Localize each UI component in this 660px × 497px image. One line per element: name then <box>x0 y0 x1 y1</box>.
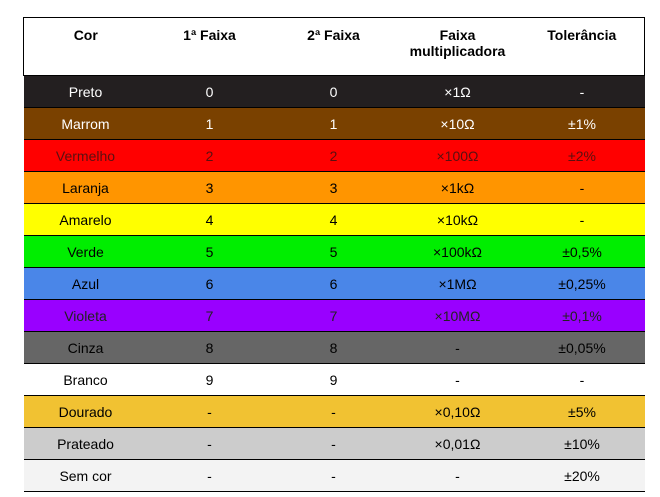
color-name-cell: Azul <box>23 267 148 300</box>
resistor-color-table-container: Cor 1ª Faixa 2ª Faixa Faixa multiplicado… <box>23 17 645 492</box>
header-cor: Cor <box>23 17 148 76</box>
table-row: Cinza 8 8 - ±0,05% <box>23 331 645 364</box>
color-name-cell: Vermelho <box>23 139 148 172</box>
multiplier-cell: ×1kΩ <box>395 171 520 204</box>
color-name-cell: Amarelo <box>23 203 148 236</box>
multiplier-cell: - <box>395 459 520 492</box>
second-band-cell: 8 <box>271 331 396 364</box>
color-name-cell: Preto <box>23 75 148 108</box>
tolerance-cell: ±10% <box>519 427 645 460</box>
table-row: Laranja 3 3 ×1kΩ - <box>23 171 645 204</box>
multiplier-cell: ×0,01Ω <box>395 427 520 460</box>
color-name-cell: Prateado <box>23 427 148 460</box>
tolerance-cell: ±2% <box>519 139 645 172</box>
tolerance-cell: ±0,05% <box>519 331 645 364</box>
multiplier-cell: ×100Ω <box>395 139 520 172</box>
multiplier-cell: ×1MΩ <box>395 267 520 300</box>
table-row: Prateado - - ×0,01Ω ±10% <box>23 427 645 460</box>
table-row: Vermelho 2 2 ×100Ω ±2% <box>23 139 645 172</box>
tolerance-cell: ±0,1% <box>519 299 645 332</box>
second-band-cell: - <box>271 427 396 460</box>
table-row: Amarelo 4 4 ×10kΩ - <box>23 203 645 236</box>
first-band-cell: 2 <box>147 139 272 172</box>
color-name-cell: Marrom <box>23 107 148 140</box>
tolerance-cell: - <box>519 203 645 236</box>
multiplier-cell: - <box>395 331 520 364</box>
multiplier-cell: ×100kΩ <box>395 235 520 268</box>
table-row: Sem cor - - - ±20% <box>23 459 645 492</box>
resistor-color-code-table: Cor 1ª Faixa 2ª Faixa Faixa multiplicado… <box>23 17 645 492</box>
table-body: Preto 0 0 ×1Ω - Marrom 1 1 ×10Ω ±1% Verm… <box>23 75 645 492</box>
color-name-cell: Laranja <box>23 171 148 204</box>
header-faixa-multiplicadora: Faixa multiplicadora <box>395 17 520 76</box>
multiplier-cell: ×10kΩ <box>395 203 520 236</box>
multiplier-cell: ×10MΩ <box>395 299 520 332</box>
header-primeira-faixa: 1ª Faixa <box>147 17 272 76</box>
color-name-cell: Dourado <box>23 395 148 428</box>
first-band-cell: 4 <box>147 203 272 236</box>
table-header-row: Cor 1ª Faixa 2ª Faixa Faixa multiplicado… <box>23 17 645 76</box>
header-tolerancia: Tolerância <box>519 17 645 76</box>
color-name-cell: Verde <box>23 235 148 268</box>
second-band-cell: 1 <box>271 107 396 140</box>
table-row: Verde 5 5 ×100kΩ ±0,5% <box>23 235 645 268</box>
first-band-cell: 7 <box>147 299 272 332</box>
first-band-cell: - <box>147 459 272 492</box>
table-row: Preto 0 0 ×1Ω - <box>23 75 645 108</box>
color-name-cell: Branco <box>23 363 148 396</box>
second-band-cell: 0 <box>271 75 396 108</box>
multiplier-cell: ×0,10Ω <box>395 395 520 428</box>
multiplier-cell: ×10Ω <box>395 107 520 140</box>
second-band-cell: 3 <box>271 171 396 204</box>
color-name-cell: Violeta <box>23 299 148 332</box>
color-name-cell: Cinza <box>23 331 148 364</box>
color-name-cell: Sem cor <box>23 459 148 492</box>
header-segunda-faixa: 2ª Faixa <box>271 17 396 76</box>
first-band-cell: 6 <box>147 267 272 300</box>
first-band-cell: 0 <box>147 75 272 108</box>
multiplier-cell: - <box>395 363 520 396</box>
tolerance-cell: ±5% <box>519 395 645 428</box>
first-band-cell: 1 <box>147 107 272 140</box>
second-band-cell: 2 <box>271 139 396 172</box>
table-row: Violeta 7 7 ×10MΩ ±0,1% <box>23 299 645 332</box>
tolerance-cell: - <box>519 75 645 108</box>
tolerance-cell: ±20% <box>519 459 645 492</box>
second-band-cell: 5 <box>271 235 396 268</box>
second-band-cell: 4 <box>271 203 396 236</box>
first-band-cell: 8 <box>147 331 272 364</box>
table-row: Azul 6 6 ×1MΩ ±0,25% <box>23 267 645 300</box>
multiplier-cell: ×1Ω <box>395 75 520 108</box>
table-row: Branco 9 9 - - <box>23 363 645 396</box>
tolerance-cell: - <box>519 363 645 396</box>
second-band-cell: - <box>271 395 396 428</box>
first-band-cell: - <box>147 395 272 428</box>
tolerance-cell: - <box>519 171 645 204</box>
second-band-cell: 6 <box>271 267 396 300</box>
second-band-cell: - <box>271 459 396 492</box>
table-row: Dourado - - ×0,10Ω ±5% <box>23 395 645 428</box>
second-band-cell: 7 <box>271 299 396 332</box>
tolerance-cell: ±0,5% <box>519 235 645 268</box>
second-band-cell: 9 <box>271 363 396 396</box>
first-band-cell: 9 <box>147 363 272 396</box>
first-band-cell: - <box>147 427 272 460</box>
table-row: Marrom 1 1 ×10Ω ±1% <box>23 107 645 140</box>
first-band-cell: 3 <box>147 171 272 204</box>
tolerance-cell: ±0,25% <box>519 267 645 300</box>
tolerance-cell: ±1% <box>519 107 645 140</box>
first-band-cell: 5 <box>147 235 272 268</box>
